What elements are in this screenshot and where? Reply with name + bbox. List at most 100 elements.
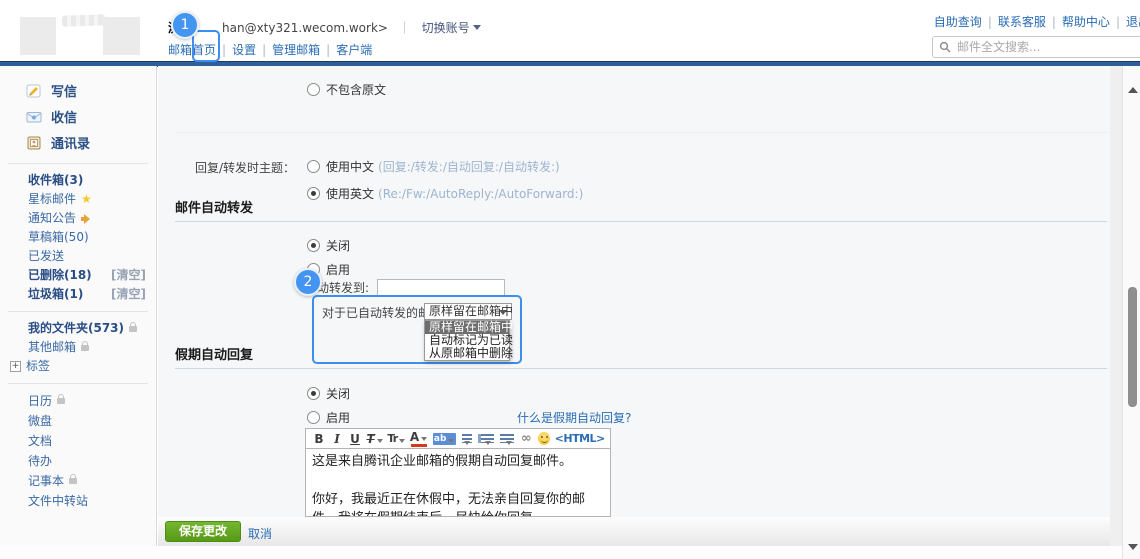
sidebar-item-docs[interactable]: 文档 (0, 431, 156, 451)
contacts-label: 通讯录 (51, 137, 91, 152)
autoforward-off-option[interactable]: 关闭 (307, 238, 350, 254)
sidebar-item-inbox[interactable]: 收件箱(3) (0, 171, 156, 190)
radio-label: 启用 (326, 263, 351, 277)
nav-settings[interactable]: 设置 (232, 43, 256, 57)
nav-client[interactable]: 客户端 (336, 43, 372, 57)
empty-spam-link[interactable]: [清空] (111, 287, 146, 302)
help-center-link[interactable]: 帮助中心 (1062, 15, 1110, 29)
contacts-icon (27, 136, 41, 149)
sidebar-item-drafts[interactable]: 草稿箱(50) (0, 228, 156, 247)
editor-toolbar: B I U T Tr A ab ∞ <HTML> (305, 428, 611, 449)
sidebar-item-sent[interactable]: 已发送 (0, 247, 156, 266)
contact-support-link[interactable]: 联系客服 (998, 15, 1046, 29)
content-right-gutter (1110, 66, 1122, 546)
radio-unchecked[interactable] (307, 83, 320, 96)
sidebar-item-spam[interactable]: 垃圾箱(1) [清空] (0, 285, 156, 304)
sidebar-item-starred[interactable]: 星标邮件 ★ (0, 190, 156, 209)
settings-content: 不包含原文 回复/转发时主题： 使用中文 (回复:/转发:/自动回复:/自动转发:… (158, 66, 1110, 546)
align-icon[interactable] (461, 434, 472, 443)
highlight-color-icon[interactable]: ab (432, 432, 456, 445)
lock-icon (129, 321, 138, 332)
emoji-icon[interactable] (538, 432, 551, 445)
sidebar-divider (8, 163, 148, 164)
vacation-off-option[interactable]: 关闭 (307, 386, 350, 402)
scroll-up-arrow[interactable] (1128, 82, 1138, 93)
mail-search-box[interactable] (932, 36, 1140, 58)
exclude-original-option[interactable]: 不包含原文 (307, 82, 386, 98)
sidebar-item-todo[interactable]: 待办 (0, 451, 156, 471)
empty-deleted-link[interactable]: [清空] (111, 268, 146, 283)
folder-label: 星标邮件 (28, 192, 77, 206)
forward-to-input[interactable] (377, 279, 505, 296)
nav-manage-mailbox[interactable]: 管理邮箱 (272, 43, 320, 57)
strikethrough-icon[interactable]: T (366, 431, 382, 446)
app-label: 文件中转站 (28, 493, 89, 508)
receive-button[interactable]: 收信 (0, 104, 156, 130)
vacation-body-line2: 你好，我最近正在休假中，无法亲自回复你的邮件。我将在假期结束后，尽快给你回复。 (312, 492, 586, 516)
sidebar-item-tags[interactable]: + 标签 (0, 357, 156, 376)
sidebar-item-announcements[interactable]: 通知公告 (0, 209, 156, 228)
scrollbar-track[interactable] (1122, 66, 1140, 559)
font-color-icon[interactable]: A (410, 431, 427, 447)
folder-label: 草稿箱(50) (28, 230, 89, 244)
sidebar-item-file-transfer[interactable]: 文件中转站 (0, 491, 156, 511)
scrollbar-thumb[interactable] (1128, 287, 1137, 407)
separator: | (222, 43, 227, 57)
radio-unchecked[interactable] (307, 411, 320, 424)
separator: | (326, 43, 331, 57)
redacted-logo-2 (103, 17, 140, 55)
sidebar-item-notes[interactable]: 记事本 (0, 471, 156, 491)
list-icon[interactable] (477, 434, 495, 443)
receive-label: 收信 (51, 111, 78, 126)
folder-label: 其他邮箱 (28, 340, 77, 354)
subject-chinese-option[interactable]: 使用中文 (回复:/转发:/自动回复:/自动转发:) (307, 159, 560, 175)
sidebar-divider (8, 311, 148, 312)
folder-label: 已发送 (28, 249, 65, 263)
html-mode-icon[interactable]: <HTML> (555, 431, 606, 446)
folder-label: 我的文件夹(573) (28, 321, 125, 335)
sidebar-item-calendar[interactable]: 日历 (0, 391, 156, 411)
expand-icon[interactable]: + (10, 361, 21, 372)
redacted-text (61, 14, 107, 27)
vacation-help-link[interactable]: 什么是假期自动回复? (517, 410, 631, 426)
compose-pencil-icon (26, 84, 41, 97)
auto-forward-section-title: 邮件自动转发 (175, 197, 1107, 222)
save-button[interactable]: 保存更改 (165, 521, 242, 542)
section-divider (175, 132, 1107, 133)
contacts-button[interactable]: 通讯录 (0, 130, 156, 156)
sidebar-item-my-folders[interactable]: 我的文件夹(573) (0, 319, 156, 338)
scroll-down-arrow[interactable] (1128, 544, 1138, 555)
font-size-icon[interactable]: Tr (387, 431, 404, 446)
sidebar-apps-group: 日历 微盘 文档 待办 记事本 文件中转站 (0, 391, 156, 511)
search-input[interactable] (955, 39, 1129, 55)
sidebar-item-weidrive[interactable]: 微盘 (0, 411, 156, 431)
mail-settings-page: 测试han@xty321.wecom.work> ｜ 切换账号 邮箱首页|设置|… (0, 0, 1140, 559)
dropdown-option-delete[interactable]: 从原邮箱中删除 (425, 347, 513, 360)
radio-label: 启用 (326, 411, 351, 425)
lock-icon (57, 394, 66, 404)
compose-button[interactable]: 写信 (0, 78, 156, 104)
lock-icon (81, 340, 90, 351)
vacation-on-option[interactable]: 启用 (307, 410, 350, 426)
search-icon (939, 41, 951, 53)
sidebar-item-other-mailbox[interactable]: 其他邮箱 (0, 338, 156, 357)
handled-mail-dropdown: 原样留在邮箱中 自动标记为已读 从原邮箱中删除 (424, 320, 513, 361)
radio-checked[interactable] (307, 387, 320, 400)
speaker-icon (81, 214, 92, 224)
underline-icon[interactable]: U (349, 431, 361, 446)
cancel-button[interactable]: 取消 (248, 525, 272, 542)
italic-icon[interactable]: I (331, 431, 343, 446)
radio-checked[interactable] (307, 239, 320, 252)
radio-unchecked[interactable] (307, 160, 320, 173)
radio-label: 关闭 (326, 387, 351, 401)
sidebar-item-deleted[interactable]: 已删除(18) [清空] (0, 266, 156, 285)
self-service-link[interactable]: 自助查询 (934, 15, 982, 29)
bold-icon[interactable]: B (313, 431, 325, 446)
radio-label: 关闭 (326, 239, 351, 253)
vacation-reply-editor[interactable]: 这是来自腾讯企业邮箱的假期自动回复邮件。 你好，我最近正在休假中，无法亲自回复你… (305, 449, 611, 517)
logout-link[interactable]: 退出 (1126, 15, 1140, 29)
indent-icon[interactable] (500, 434, 515, 443)
switch-account-link[interactable]: 切换账号 (422, 21, 470, 35)
star-icon: ★ (81, 192, 92, 206)
insert-link-icon[interactable]: ∞ (520, 431, 532, 446)
